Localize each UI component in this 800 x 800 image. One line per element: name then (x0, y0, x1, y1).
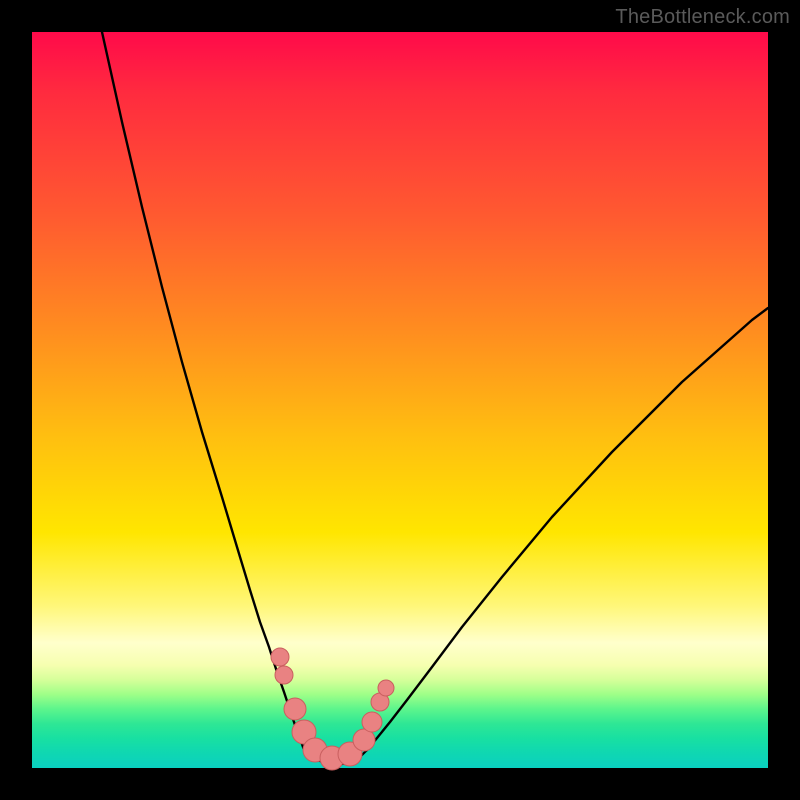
series-right-curve (367, 308, 768, 750)
marker-point (362, 712, 382, 732)
marker-point (284, 698, 306, 720)
marker-point (275, 666, 293, 684)
marker-point (378, 680, 394, 696)
watermark-text: TheBottleneck.com (615, 6, 790, 29)
plot-area (32, 32, 768, 768)
curve-layer (102, 32, 768, 764)
outer-frame: TheBottleneck.com (0, 0, 800, 800)
marker-point (271, 648, 289, 666)
marker-layer (271, 648, 394, 770)
series-left-curve (102, 32, 304, 750)
chart-svg (32, 32, 768, 768)
